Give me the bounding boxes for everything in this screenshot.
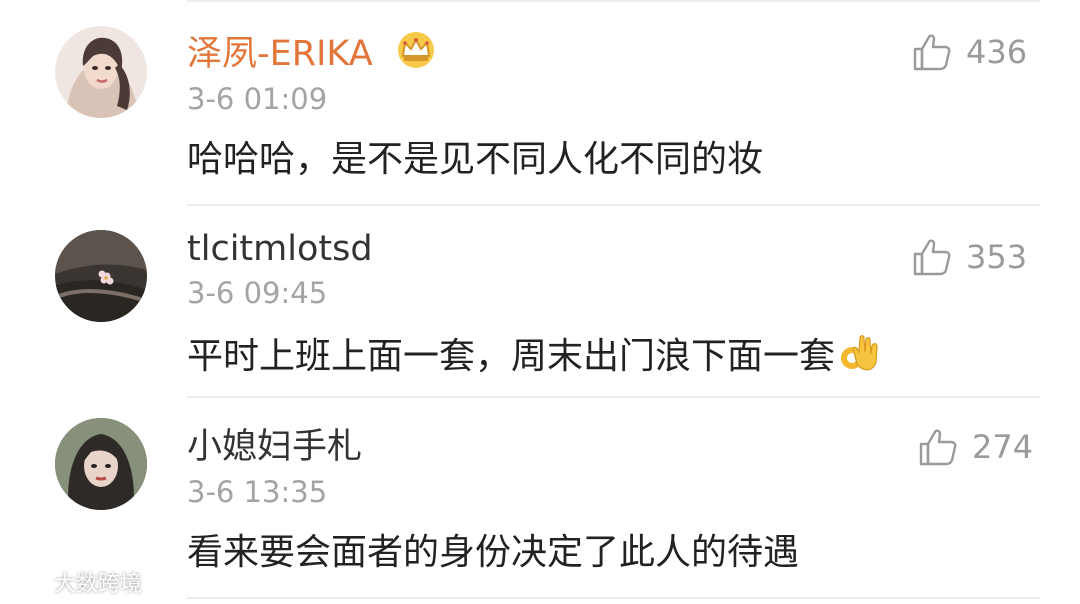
avatar-image bbox=[55, 26, 147, 118]
comment-text: 看来要会面者的身份决定了此人的待遇 bbox=[187, 532, 800, 573]
comment-text-body: 平时上班上面一套，周末出门浪下面一套 bbox=[187, 336, 836, 377]
like-count: 274 bbox=[972, 428, 1034, 466]
comment-time: 3-6 13:35 bbox=[187, 475, 328, 509]
avatar[interactable] bbox=[55, 418, 147, 510]
like-button[interactable]: 436 bbox=[912, 32, 1027, 72]
comment-item: tlcitmlotsd 3-6 09:45 平时上班上面一套，周末出门浪下面一套… bbox=[0, 206, 1080, 402]
watermark-text: 大数跨境 bbox=[54, 572, 143, 597]
avatar[interactable] bbox=[55, 26, 147, 118]
avatar[interactable] bbox=[55, 230, 147, 322]
comment-divider bbox=[187, 597, 1040, 599]
watermark: 大数跨境 bbox=[8, 566, 142, 598]
like-button[interactable]: 274 bbox=[918, 427, 1033, 467]
avatar-image bbox=[55, 230, 147, 322]
comment-item: 小媳妇手札 3-6 13:35 看来要会面者的身份决定了此人的待遇 274 bbox=[0, 398, 1080, 594]
comment-text: 平时上班上面一套，周末出门浪下面一套 bbox=[187, 332, 881, 387]
like-count: 436 bbox=[966, 33, 1028, 71]
like-count: 353 bbox=[966, 238, 1028, 276]
comment-time: 3-6 09:45 bbox=[187, 276, 328, 310]
thumbs-up-icon bbox=[913, 34, 951, 71]
thumbs-up-icon bbox=[919, 429, 957, 466]
comment-item: 泽夙-ERIKA 3-6 01:09 哈哈哈，是不是见不同人化不同的妆 436 bbox=[0, 2, 1080, 198]
comment-text: 哈哈哈，是不是见不同人化不同的妆 bbox=[187, 139, 764, 180]
thumbs-up-icon bbox=[913, 239, 951, 276]
like-button[interactable]: 353 bbox=[912, 237, 1027, 277]
crown-icon bbox=[394, 30, 438, 70]
watermark-logo-icon bbox=[10, 569, 45, 595]
avatar-image bbox=[55, 418, 147, 510]
username[interactable]: 小媳妇手札 bbox=[187, 426, 362, 468]
username[interactable]: 泽夙-ERIKA bbox=[187, 33, 373, 75]
comment-time: 3-6 01:09 bbox=[187, 82, 328, 116]
ok-hand-icon bbox=[837, 332, 881, 387]
username[interactable]: tlcitmlotsd bbox=[187, 228, 373, 270]
